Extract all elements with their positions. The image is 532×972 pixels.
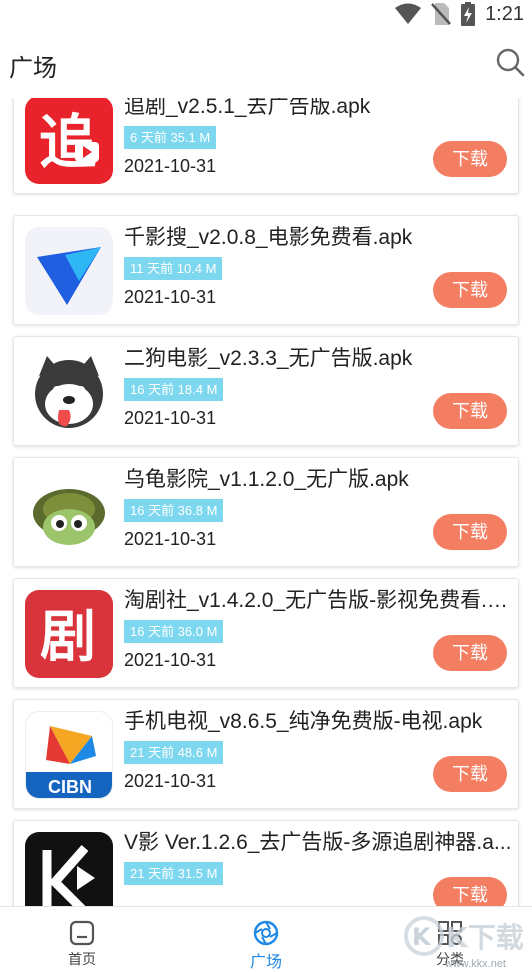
zhuiju-app-icon: 追 bbox=[25, 98, 113, 184]
app-name: V影 Ver.1.2.6_去广告版-多源追剧神器.a... bbox=[124, 831, 512, 854]
wugui-app-icon bbox=[25, 469, 113, 557]
status-icons: 1:21 bbox=[395, 0, 524, 28]
square-icon bbox=[253, 920, 279, 946]
download-button[interactable]: 下载 bbox=[433, 635, 507, 671]
kk-logo: K K下载 bbox=[404, 916, 524, 956]
download-button[interactable]: 下载 bbox=[433, 393, 507, 429]
svg-text:K下载: K下载 bbox=[446, 921, 524, 954]
app-meta-badge: 16 天前 36.8 M bbox=[124, 499, 224, 522]
list-item[interactable]: 剧 淘剧社_v1.4.2.0_无广告版-影视免费看.a... 16 天前 36.… bbox=[13, 578, 519, 688]
app-meta-badge: 16 天前 18.4 M bbox=[124, 378, 224, 401]
app-name: 追剧_v2.5.1_去广告版.apk bbox=[124, 98, 371, 118]
status-time: 1:21 bbox=[485, 2, 524, 25]
list-item[interactable]: CIBN 手机电视_v8.6.5_纯净免费版-电视.apk 21 天前 48.6… bbox=[13, 699, 519, 809]
watermark: K K下载 www.kkx.net bbox=[402, 914, 532, 972]
app-meta-badge: 6 天前 35.1 M bbox=[124, 126, 217, 149]
battery-charging-icon bbox=[461, 2, 476, 26]
app-date: 2021-10-31 bbox=[124, 408, 217, 428]
download-button[interactable]: 下载 bbox=[433, 877, 507, 906]
list-item[interactable]: 追 追剧_v2.5.1_去广告版.apk 6 天前 35.1 M 2021-10… bbox=[13, 98, 519, 194]
list-item[interactable]: V影 Ver.1.2.6_去广告版-多源追剧神器.a... 21 天前 31.5… bbox=[13, 820, 519, 906]
taojushe-app-icon: 剧 bbox=[25, 590, 113, 678]
app-date: 2021-10-31 bbox=[124, 650, 217, 670]
list-item[interactable]: 二狗电影_v2.3.3_无广告版.apk 16 天前 18.4 M 2021-1… bbox=[13, 336, 519, 446]
nav-item-square[interactable]: 广场 bbox=[206, 907, 326, 972]
nav-label: 广场 bbox=[249, 954, 282, 971]
page-title: 广场 bbox=[9, 55, 57, 82]
qianyingsou-app-icon bbox=[25, 227, 113, 315]
download-button[interactable]: 下载 bbox=[433, 756, 507, 792]
download-button[interactable]: 下载 bbox=[433, 272, 507, 308]
app-name: 千影搜_v2.0.8_电影免费看.apk bbox=[124, 226, 413, 249]
app-name: 二狗电影_v2.3.3_无广告版.apk bbox=[124, 347, 413, 370]
list-item[interactable]: 乌龟影院_v1.1.2.0_无广版.apk 16 天前 36.8 M 2021-… bbox=[13, 457, 519, 567]
wifi-icon bbox=[395, 3, 422, 24]
cibn-app-icon: CIBN bbox=[25, 711, 113, 799]
app-name: 乌龟影院_v1.1.2.0_无广版.apk bbox=[124, 468, 409, 491]
app-bar: 广场 bbox=[0, 28, 532, 98]
app-meta-badge: 21 天前 48.6 M bbox=[124, 741, 224, 764]
search-button[interactable] bbox=[494, 46, 526, 78]
search-icon bbox=[496, 48, 525, 77]
no-sim-icon bbox=[431, 3, 451, 25]
app-meta-badge: 11 天前 10.4 M bbox=[124, 257, 223, 280]
app-name: 淘剧社_v1.4.2.0_无广告版-影视免费看.a... bbox=[124, 589, 514, 612]
ergou-app-icon bbox=[25, 348, 113, 436]
list-item[interactable]: 千影搜_v2.0.8_电影免费看.apk 11 天前 10.4 M 2021-1… bbox=[13, 215, 519, 325]
cibn-logo-text: CIBN bbox=[48, 777, 92, 797]
watermark-url: www.kkx.net bbox=[444, 958, 506, 970]
app-date: 2021-10-31 bbox=[124, 156, 217, 176]
svg-text:K: K bbox=[412, 923, 432, 951]
svg-text:剧: 剧 bbox=[40, 605, 96, 670]
app-date: 2021-10-31 bbox=[124, 287, 217, 307]
download-button[interactable]: 下载 bbox=[433, 514, 507, 550]
nav-label: 首页 bbox=[68, 951, 96, 967]
home-icon bbox=[69, 920, 95, 946]
nav-item-home[interactable]: 首页 bbox=[22, 907, 142, 972]
download-button[interactable]: 下载 bbox=[433, 141, 507, 177]
app-date: 2021-10-31 bbox=[124, 771, 217, 791]
vying-app-icon bbox=[25, 832, 113, 906]
status-bar: 1:21 bbox=[0, 0, 532, 28]
app-date: 2021-10-31 bbox=[124, 529, 217, 549]
app-list[interactable]: 追 追剧_v2.5.1_去广告版.apk 6 天前 35.1 M 2021-10… bbox=[0, 98, 532, 906]
app-meta-badge: 21 天前 31.5 M bbox=[124, 862, 224, 885]
app-meta-badge: 16 天前 36.0 M bbox=[124, 620, 224, 643]
app-name: 手机电视_v8.6.5_纯净免费版-电视.apk bbox=[124, 710, 483, 733]
